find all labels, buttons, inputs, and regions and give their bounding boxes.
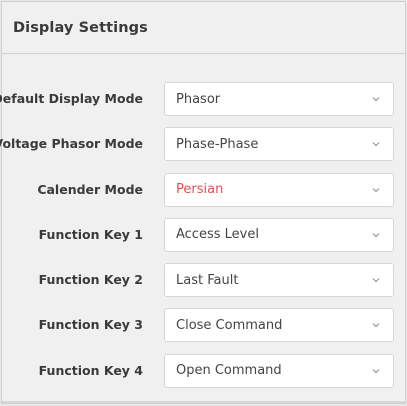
chevron-down-icon (371, 94, 381, 104)
chevron-down-icon (371, 366, 381, 376)
select-value: Persian (176, 182, 224, 198)
setting-row-function-key-3: Function Key 3 Close Command (2, 308, 405, 353)
panel-title: Display Settings (13, 19, 148, 36)
function-key-2-select[interactable]: Last Fault (164, 263, 394, 298)
voltage-phasor-mode-select[interactable]: Phase-Phase (164, 127, 394, 162)
function-key-4-select[interactable]: Open Command (164, 353, 394, 388)
setting-label: Voltage Phasor Mode (0, 136, 143, 152)
setting-label: Function Key 2 (38, 272, 143, 288)
setting-row-function-key-1: Function Key 1 Access Level (2, 217, 405, 263)
select-value: Open Command (176, 363, 282, 379)
panel-bottom-divider (2, 401, 405, 403)
setting-row-default-display-mode: Default Display Mode Phasor (0, 82, 405, 127)
setting-label: Calender Mode (37, 181, 143, 197)
select-value: Access Level (176, 227, 259, 243)
select-value: Phase-Phase (176, 136, 259, 152)
setting-label: Function Key 1 (38, 226, 143, 242)
settings-form: Default Display Mode Phasor Voltage Phas… (0, 82, 405, 399)
setting-row-voltage-phasor-mode: Voltage Phasor Mode Phase-Phase (0, 127, 405, 172)
default-display-mode-select[interactable]: Phasor (164, 82, 394, 116)
chevron-down-icon (371, 320, 381, 330)
setting-label: Function Key 3 (38, 317, 143, 333)
setting-label: Function Key 4 (38, 362, 143, 378)
setting-row-calender-mode: Calender Mode Persian (2, 172, 405, 218)
select-value: Last Fault (176, 272, 239, 288)
display-settings-panel: Display Settings Default Display Mode Ph… (0, 1, 406, 404)
setting-label: Default Display Mode (0, 91, 143, 106)
chevron-down-icon (371, 185, 381, 195)
chevron-down-icon (371, 230, 381, 240)
setting-row-function-key-2: Function Key 2 Last Fault (2, 263, 405, 308)
chevron-down-icon (371, 139, 381, 149)
function-key-1-select[interactable]: Access Level (164, 217, 394, 252)
calender-mode-select[interactable]: Persian (164, 172, 394, 207)
select-value: Phasor (176, 91, 221, 107)
setting-row-function-key-4: Function Key 4 Open Command (2, 353, 405, 399)
chevron-down-icon (371, 275, 381, 285)
function-key-3-select[interactable]: Close Command (164, 308, 394, 343)
panel-header: Display Settings (2, 2, 405, 54)
select-value: Close Command (176, 317, 283, 333)
